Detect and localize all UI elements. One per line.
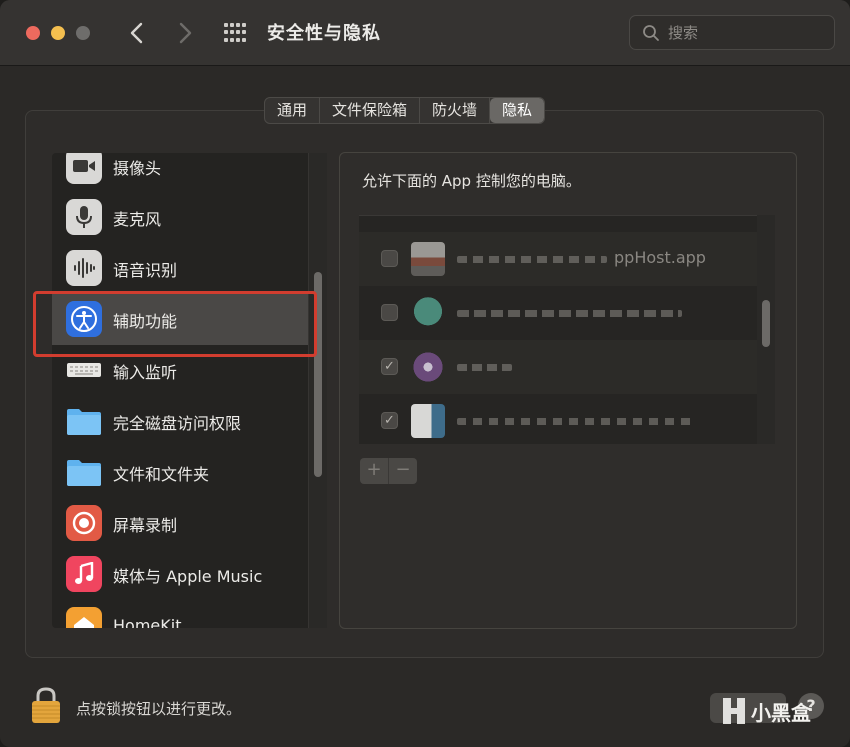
watermark: 小黑盒 [717, 693, 811, 729]
sidebar-item-label: 输入监听 [113, 362, 178, 382]
tab-privacy[interactable]: 隐私 [490, 98, 545, 123]
title-bar: 安全性与隐私 [0, 0, 850, 66]
app-checkbox[interactable] [381, 304, 398, 321]
music-icon [66, 556, 102, 592]
search-icon [643, 25, 659, 41]
app-list-scroll-thumb[interactable] [762, 300, 770, 347]
sidebar-item-label: 摄像头 [113, 158, 162, 178]
sidebar-item-label: HomeKit [113, 616, 182, 628]
minimize-window-button[interactable] [51, 26, 65, 40]
tab-bar: 通用 文件保险箱 防火墙 隐私 [264, 97, 546, 124]
sidebar-item-label: 完全磁盘访问权限 [113, 413, 242, 433]
lock-icon[interactable] [30, 686, 62, 724]
sidebar-item-homekit[interactable]: HomeKit [52, 600, 310, 628]
sidebar-item-microphone[interactable]: 麦克风 [52, 192, 310, 243]
blurred-app-name [457, 418, 692, 425]
app-list[interactable]: ppHost.app ✓ ✓ [359, 215, 775, 444]
chevron-left-icon [130, 22, 143, 44]
remove-app-button[interactable]: − [389, 458, 417, 484]
sidebar-item-speech-recognition[interactable]: 语音识别 [52, 243, 310, 294]
detail-description: 允许下面的 App 控制您的电脑。 [362, 172, 581, 190]
app-row[interactable]: ✓ [359, 340, 759, 394]
chevron-right-icon [179, 22, 192, 44]
show-all-grid-icon[interactable] [224, 23, 246, 43]
sidebar-item-label: 屏幕录制 [113, 515, 178, 535]
folder-icon [66, 403, 102, 439]
folder-icon [66, 454, 102, 490]
sidebar-item-label: 语音识别 [113, 260, 178, 280]
search-field[interactable] [629, 15, 835, 50]
app-row[interactable] [359, 286, 759, 340]
blurred-app-name [457, 256, 607, 263]
window-title: 安全性与隐私 [267, 23, 381, 44]
app-icon [411, 404, 445, 438]
keyboard-icon [66, 352, 102, 388]
watermark-logo-icon [723, 698, 745, 724]
app-checkbox[interactable] [381, 250, 398, 267]
sidebar-item-files-and-folders[interactable]: 文件和文件夹 [52, 447, 310, 498]
app-icon [411, 350, 445, 384]
app-row[interactable]: ✓ [359, 394, 759, 444]
sidebar-item-label: 麦克风 [113, 209, 162, 229]
add-app-button[interactable]: + [360, 458, 389, 484]
sidebar-item-media-apple-music[interactable]: 媒体与 Apple Music [52, 549, 310, 600]
back-button[interactable] [122, 18, 152, 48]
tab-general[interactable]: 通用 [265, 98, 321, 123]
sidebar-item-screen-recording[interactable]: 屏幕录制 [52, 498, 310, 549]
highlight-annotation [33, 291, 317, 357]
microphone-icon [66, 199, 102, 235]
sidebar-item-full-disk-access[interactable]: 完全磁盘访问权限 [52, 396, 310, 447]
app-checkbox[interactable]: ✓ [381, 358, 398, 375]
watermark-text: 小黑盒 [751, 700, 811, 725]
screen-recording-icon [66, 505, 102, 541]
sidebar-item-label: 媒体与 Apple Music [113, 566, 263, 586]
app-checkbox[interactable]: ✓ [381, 412, 398, 429]
camera-icon [66, 153, 102, 184]
close-window-button[interactable] [26, 26, 40, 40]
zoom-window-button[interactable] [76, 26, 90, 40]
lock-hint-text: 点按锁按钮以进行更改。 [76, 700, 242, 718]
home-icon [66, 607, 102, 628]
sidebar-item-camera[interactable]: 摄像头 [52, 153, 310, 192]
blurred-app-name [457, 310, 682, 317]
app-name: ppHost.app [614, 248, 706, 267]
blurred-app-name [457, 364, 512, 371]
search-input[interactable] [668, 22, 828, 44]
tab-filevault[interactable]: 文件保险箱 [320, 98, 421, 123]
sidebar-item-label: 文件和文件夹 [113, 464, 210, 484]
app-row[interactable]: ppHost.app [359, 232, 759, 286]
app-icon [411, 296, 445, 330]
speech-recognition-icon [66, 250, 102, 286]
privacy-category-list[interactable]: 摄像头 麦克风 语音识别 辅助功能 输入监听 完全磁盘访问权限 文件和文件夹 屏… [52, 153, 327, 628]
tab-firewall[interactable]: 防火墙 [420, 98, 491, 123]
preferences-window: 安全性与隐私 通用 文件保险箱 防火墙 隐私 摄像头 麦克风 [0, 0, 850, 747]
app-icon [411, 242, 445, 276]
forward-button[interactable] [170, 18, 200, 48]
add-remove-control: + − [360, 458, 417, 484]
